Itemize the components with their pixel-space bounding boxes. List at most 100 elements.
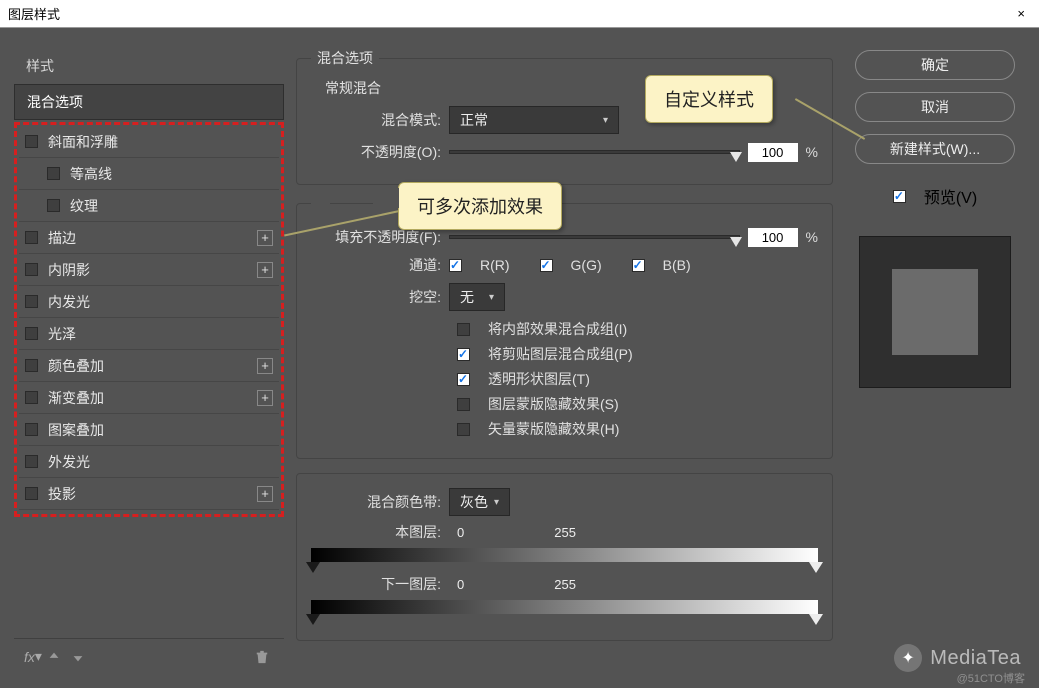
add-effect-icon[interactable]: + (257, 486, 273, 502)
effect-row[interactable]: 内发光 (19, 286, 279, 318)
knockout-select[interactable]: 无▾ (449, 283, 505, 311)
effect-row[interactable]: 描边+ (19, 222, 279, 254)
blend-if-select[interactable]: 灰色▾ (449, 488, 510, 516)
callout-custom-style: 自定义样式 (645, 75, 773, 123)
option-label: 矢量蒙版隐藏效果(H) (488, 419, 619, 439)
effect-checkbox[interactable] (25, 231, 38, 244)
percent-label: % (806, 144, 818, 160)
option-checkbox[interactable] (457, 398, 470, 411)
styles-footer: fx▾ (14, 638, 284, 674)
options-panel: 混合选项 常规混合 混合模式: 正常▾ 不透明度(O): 100 % 高 x 填… (284, 48, 845, 674)
arrow-up-icon[interactable] (47, 650, 61, 664)
advanced-blending-title: 高 (373, 188, 399, 208)
effect-row[interactable]: 光泽 (19, 318, 279, 350)
opacity-slider[interactable] (449, 143, 740, 161)
option-checkbox[interactable] (457, 373, 470, 386)
preview-checkbox[interactable] (893, 190, 906, 203)
this-layer-label: 本图层: (311, 522, 441, 542)
effect-label: 图案叠加 (48, 420, 273, 440)
effect-label: 内阴影 (48, 260, 257, 280)
effect-checkbox[interactable] (25, 135, 38, 148)
effect-label: 内发光 (48, 292, 273, 312)
channels-label: 通道: (311, 255, 441, 275)
fill-opacity-value[interactable]: 100 (748, 228, 798, 247)
blend-if-label: 混合颜色带: (311, 492, 441, 512)
this-layer-gradient[interactable] (311, 548, 818, 562)
opacity-value[interactable]: 100 (748, 143, 798, 162)
option-checkbox[interactable] (457, 423, 470, 436)
option-label: 将剪贴图层混合成组(P) (488, 344, 633, 364)
effect-checkbox[interactable] (25, 487, 38, 500)
effect-row[interactable]: 等高线 (19, 158, 279, 190)
chevron-down-icon: ▾ (603, 115, 608, 126)
effect-label: 渐变叠加 (48, 388, 257, 408)
callout-multi-add: 可多次添加效果 (398, 182, 562, 230)
trash-icon[interactable] (255, 650, 269, 664)
effect-row[interactable]: 图案叠加 (19, 414, 279, 446)
window-title: 图层样式 (8, 4, 60, 23)
underlying-layer-label: 下一图层: (311, 574, 441, 594)
add-effect-icon[interactable]: + (257, 390, 273, 406)
effect-row[interactable]: 投影+ (19, 478, 279, 510)
effect-checkbox[interactable] (25, 263, 38, 276)
effect-row[interactable]: 内阴影+ (19, 254, 279, 286)
advanced-options-list: 将内部效果混合成组(I) 将剪贴图层混合成组(P) 透明形状图层(T) 图层蒙版隐藏效… (311, 319, 818, 439)
effect-label: 光泽 (48, 324, 273, 344)
effect-row[interactable]: 纹理 (19, 190, 279, 222)
effect-checkbox[interactable] (25, 455, 38, 468)
credit-text: @51CTO博客 (957, 670, 1025, 686)
option-checkbox[interactable] (457, 348, 470, 361)
wechat-icon: ✦ (894, 644, 922, 672)
option-row: 将内部效果混合成组(I) (457, 319, 818, 339)
chevron-down-icon: ▾ (494, 497, 499, 508)
close-icon[interactable]: × (1011, 6, 1031, 21)
effect-checkbox[interactable] (25, 423, 38, 436)
ok-button[interactable]: 确定 (855, 50, 1015, 80)
effect-label: 颜色叠加 (48, 356, 257, 376)
add-effect-icon[interactable]: + (257, 262, 273, 278)
effect-row[interactable]: 渐变叠加+ (19, 382, 279, 414)
option-checkbox[interactable] (457, 323, 470, 336)
add-effect-icon[interactable]: + (257, 230, 273, 246)
effect-checkbox[interactable] (25, 391, 38, 404)
arrow-down-icon[interactable] (71, 650, 85, 664)
blending-options-header[interactable]: 混合选项 (14, 84, 284, 120)
cancel-button[interactable]: 取消 (855, 92, 1015, 122)
fill-opacity-slider[interactable] (449, 228, 740, 246)
add-effect-icon[interactable]: + (257, 358, 273, 374)
effect-checkbox[interactable] (25, 359, 38, 372)
option-row: 透明形状图层(T) (457, 369, 818, 389)
option-label: 将内部效果混合成组(I) (488, 319, 627, 339)
effect-row[interactable]: 外发光 (19, 446, 279, 478)
effect-label: 等高线 (70, 164, 273, 184)
effect-checkbox[interactable] (47, 199, 60, 212)
actions-panel: 确定 取消 新建样式(W)... 预览(V) (845, 48, 1025, 674)
effect-row[interactable]: 斜面和浮雕 (19, 126, 279, 158)
effect-label: 纹理 (70, 196, 273, 216)
channel-b-checkbox[interactable] (632, 259, 645, 272)
effect-row[interactable]: 颜色叠加+ (19, 350, 279, 382)
effect-label: 投影 (48, 484, 257, 504)
effect-label: 外发光 (48, 452, 273, 472)
effect-label: 斜面和浮雕 (48, 132, 273, 152)
option-row: 矢量蒙版隐藏效果(H) (457, 419, 818, 439)
styles-header[interactable]: 样式 (14, 48, 284, 84)
channel-r-checkbox[interactable] (449, 259, 462, 272)
blend-mode-label: 混合模式: (311, 110, 441, 130)
effects-list: 斜面和浮雕等高线纹理描边+内阴影+内发光光泽颜色叠加+渐变叠加+图案叠加外发光投… (14, 122, 284, 517)
effect-checkbox[interactable] (47, 167, 60, 180)
channel-g-checkbox[interactable] (540, 259, 553, 272)
effect-checkbox[interactable] (25, 327, 38, 340)
effect-checkbox[interactable] (25, 295, 38, 308)
fx-label[interactable]: fx (24, 649, 35, 665)
underlying-layer-gradient[interactable] (311, 600, 818, 614)
opacity-label: 不透明度(O): (311, 142, 441, 162)
watermark: ✦ MediaTea (894, 644, 1021, 672)
effect-label: 描边 (48, 228, 257, 248)
new-style-button[interactable]: 新建样式(W)... (855, 134, 1015, 164)
advanced-blending-group: x 填充不透明度(F): 100 % 通道: R(R) G(G) B(B) 挖空… (296, 195, 833, 459)
knockout-label: 挖空: (311, 287, 441, 307)
blending-options-legend: 混合选项 (311, 48, 379, 68)
option-label: 图层蒙版隐藏效果(S) (488, 394, 619, 414)
blend-mode-select[interactable]: 正常▾ (449, 106, 619, 134)
